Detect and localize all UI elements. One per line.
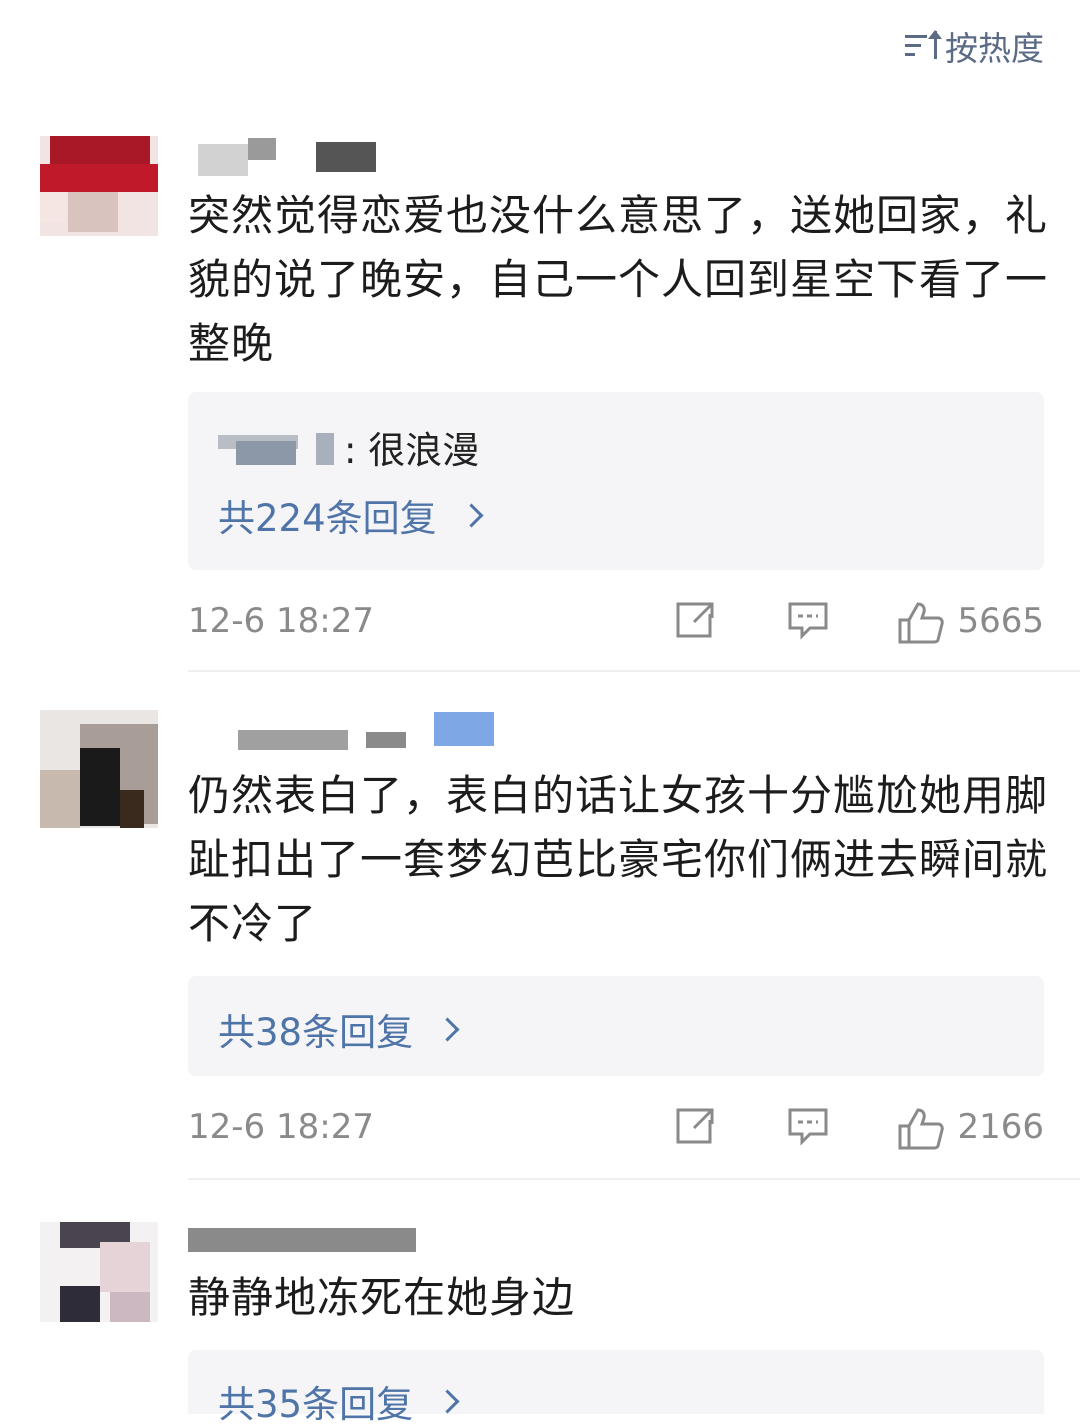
timestamp: 12-6 18:27: [188, 1107, 374, 1147]
username[interactable]: [188, 138, 408, 178]
comment-text: 静静地冻死在她身边: [188, 1273, 576, 1322]
comment-text: 突然觉得恋爱也没什么意思了，送她回家，礼貌的说了晚安，自己一个人回到星空下看了一…: [188, 191, 1049, 368]
reply-count-label: 共35条回复: [218, 1383, 414, 1426]
reply-text: : 很浪漫: [344, 429, 480, 472]
reply-box[interactable]: 共35条回复: [188, 1350, 1044, 1426]
reply-count-label: 共224条回复: [218, 497, 437, 540]
reply-count-link[interactable]: 共35条回复: [218, 1374, 460, 1428]
reply-count-link[interactable]: 共224条回复: [218, 488, 484, 542]
reply-count-label: 共38条回复: [218, 1011, 414, 1054]
share-icon[interactable]: [672, 1106, 716, 1146]
username[interactable]: [188, 710, 508, 750]
timestamp: 12-6 18:27: [188, 601, 374, 641]
comment-meta: 12-6 18:27 5665: [188, 596, 1044, 646]
username[interactable]: [188, 1216, 448, 1256]
avatar[interactable]: [40, 136, 158, 236]
chevron-right-icon: [459, 502, 484, 528]
reply-box[interactable]: : 很浪漫 共224条回复: [188, 392, 1044, 570]
comment-item: 静静地冻死在她身边 共35条回复: [0, 1210, 1080, 1426]
comment-item: 仍然表白了，表白的话让女孩十分尴尬她用脚趾扣出了一套梦幻芭比豪宅你们俩进去瞬间就…: [0, 700, 1080, 1180]
like-icon[interactable]: [896, 600, 946, 646]
comment-item: 突然觉得恋爱也没什么意思了，送她回家，礼貌的说了晚安，自己一个人回到星空下看了一…: [0, 130, 1080, 670]
sort-label: 按热度: [945, 29, 1044, 68]
chevron-right-icon: [435, 1016, 460, 1042]
like-count: 5665: [957, 601, 1044, 641]
comment-icon[interactable]: [786, 600, 830, 640]
like-icon[interactable]: [896, 1106, 946, 1152]
comment-icon[interactable]: [786, 1106, 830, 1146]
comment-text: 仍然表白了，表白的话让女孩十分尴尬她用脚趾扣出了一套梦幻芭比豪宅你们俩进去瞬间就…: [188, 771, 1049, 948]
sort-toggle[interactable]: 按热度: [905, 22, 1044, 70]
divider: [188, 670, 1080, 672]
chevron-right-icon: [435, 1388, 460, 1414]
divider: [188, 1178, 1080, 1180]
avatar[interactable]: [40, 710, 158, 828]
reply-username: [218, 427, 338, 467]
top-reply: : 很浪漫: [218, 420, 479, 474]
comment-meta: 12-6 18:27 2166: [188, 1102, 1044, 1152]
reply-count-link[interactable]: 共38条回复: [218, 1002, 460, 1056]
like-count: 2166: [957, 1107, 1044, 1147]
reply-box[interactable]: 共38条回复: [188, 976, 1044, 1076]
avatar[interactable]: [40, 1222, 158, 1322]
share-icon[interactable]: [672, 600, 716, 640]
sort-icon: [905, 30, 942, 61]
